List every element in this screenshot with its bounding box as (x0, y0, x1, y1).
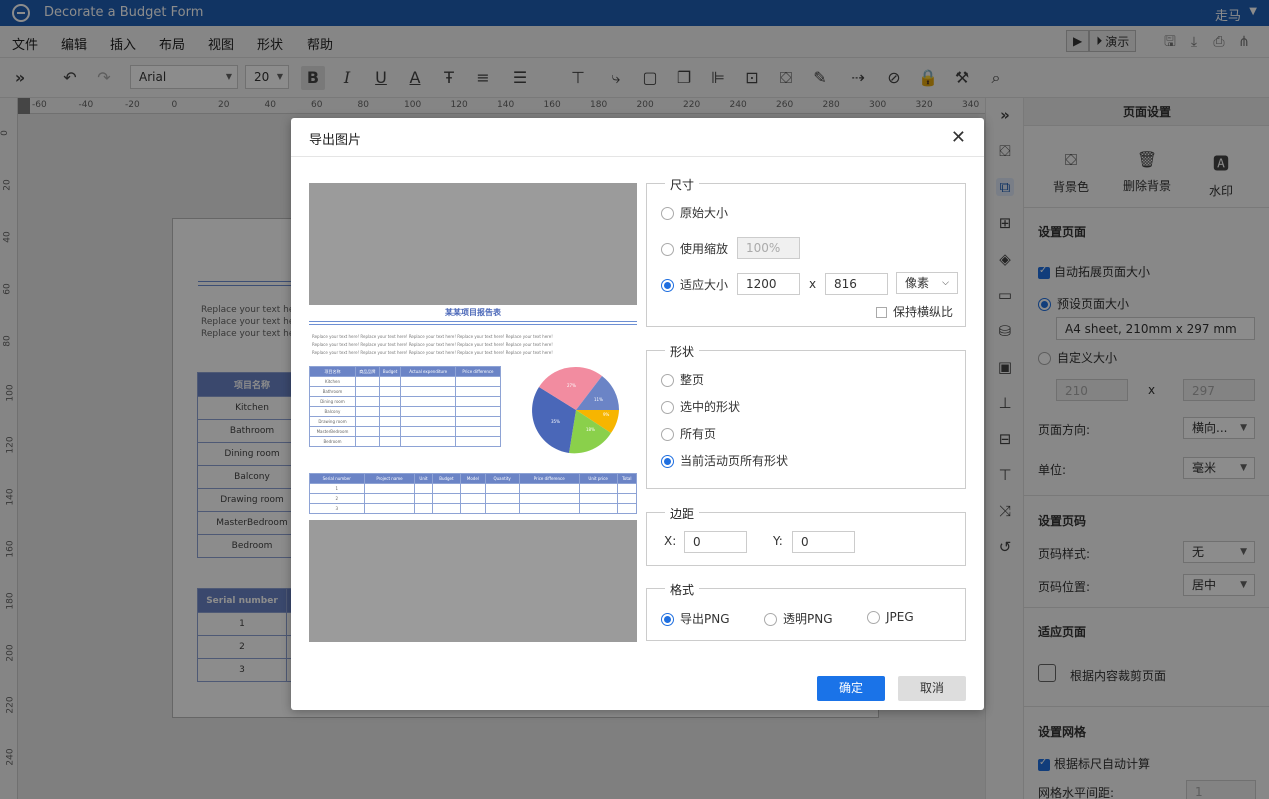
height-input[interactable]: 816 (825, 273, 888, 295)
shape-all-pages-radio[interactable]: 所有页 (661, 425, 716, 442)
shape-active-page-radio[interactable]: 当前活动页所有形状 (661, 452, 788, 469)
cancel-button[interactable]: 取消 (898, 676, 966, 701)
zoom-input[interactable]: 100% (737, 237, 800, 259)
export-image-dialog: 导出图片 ✕ 某某项目报告表 Replace your text here! R… (291, 118, 984, 710)
format-group: 格式 导出PNG 透明PNG JPEG (646, 581, 966, 641)
shape-selected-radio[interactable]: 选中的形状 (661, 398, 740, 415)
size-group: 尺寸 原始大小 使用缩放 100% 适应大小 1200 x 816 像素 ⌵ 保持… (646, 176, 966, 327)
unit-select[interactable]: 像素 ⌵ (896, 272, 958, 294)
preview-text: Replace your text here! Replace your tex… (312, 334, 553, 355)
format-png-radio[interactable]: 导出PNG (661, 610, 730, 627)
size-zoom-radio[interactable]: 使用缩放 (661, 240, 728, 257)
width-input[interactable]: 1200 (737, 273, 800, 295)
format-transparent-png-radio[interactable]: 透明PNG (764, 610, 833, 627)
preview-image: 某某项目报告表 Replace your text here! Replace … (309, 305, 637, 520)
pie-label: 27% (567, 383, 576, 388)
margin-x-label: X: (664, 534, 677, 548)
pie-label: 9% (603, 412, 610, 417)
margin-y-input[interactable]: 0 (792, 531, 855, 553)
size-original-radio[interactable]: 原始大小 (661, 204, 728, 221)
preview-table-2: Serial number Project name Unit Budget Model… (309, 473, 637, 514)
margin-y-label: Y: (773, 534, 783, 548)
size-times: x (809, 277, 817, 291)
format-jpeg-radio[interactable]: JPEG (867, 610, 914, 624)
dialog-title: 导出图片 (309, 133, 362, 148)
confirm-button[interactable]: 确定 (817, 676, 885, 701)
preview-table-1: 项目名称 商品品牌 Budget Actual expenditure Price di… (309, 366, 502, 447)
pie-label: 11% (594, 397, 603, 402)
size-fit-radio[interactable]: 适应大小 (661, 276, 728, 293)
pie-label: 18% (586, 427, 595, 432)
keep-ratio-checkbox[interactable]: 保持横纵比 (876, 303, 953, 320)
preview-title: 某某项目报告表 (445, 308, 501, 317)
close-icon[interactable]: ✕ (951, 127, 966, 148)
preview-pie-chart: 27% 11% 9% 18% 35% (532, 366, 619, 454)
margin-x-input[interactable]: 0 (684, 531, 747, 553)
shape-group: 形状 整页 选中的形状 所有页 当前活动页所有形状 (646, 343, 966, 489)
pie-label: 35% (551, 419, 560, 424)
shape-whole-page-radio[interactable]: 整页 (661, 371, 704, 388)
margin-group: 边距 X: 0 Y: 0 (646, 505, 966, 566)
export-preview: 某某项目报告表 Replace your text here! Replace … (309, 183, 637, 642)
